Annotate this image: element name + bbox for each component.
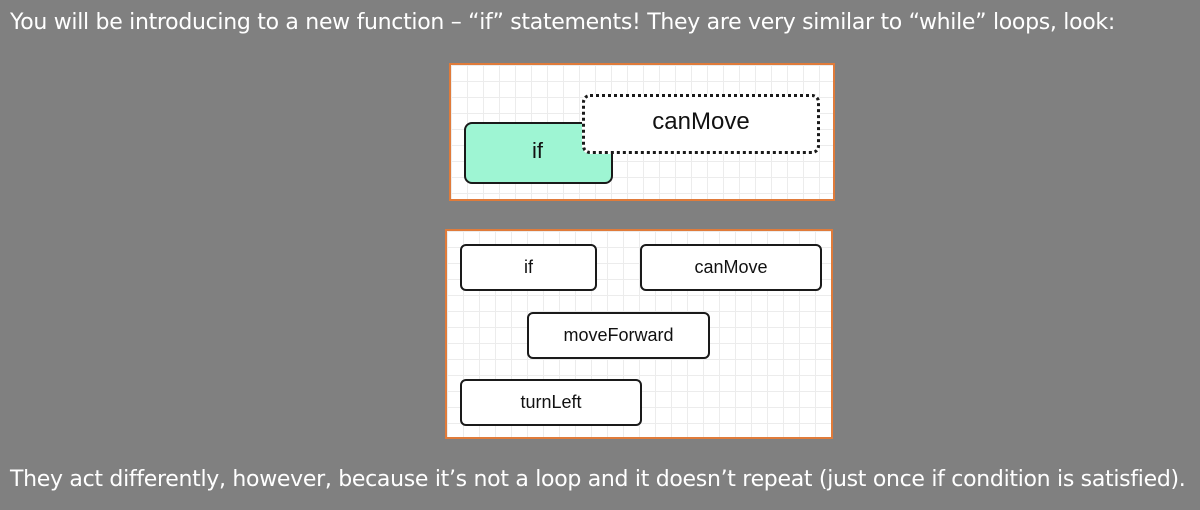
moveforward-block-option[interactable]: moveForward — [527, 312, 710, 359]
block-palette-panel: if canMove moveForward turnLeft — [445, 229, 833, 439]
outro-text: They act differently, however, because i… — [10, 467, 1186, 492]
if-block-example-panel: if canMove — [449, 63, 835, 201]
condition-slot[interactable]: canMove — [582, 94, 820, 154]
if-block-option[interactable]: if — [460, 244, 597, 291]
canmove-block-option[interactable]: canMove — [640, 244, 822, 291]
turnleft-block-option[interactable]: turnLeft — [460, 379, 642, 426]
intro-text: You will be introducing to a new functio… — [10, 10, 1115, 35]
